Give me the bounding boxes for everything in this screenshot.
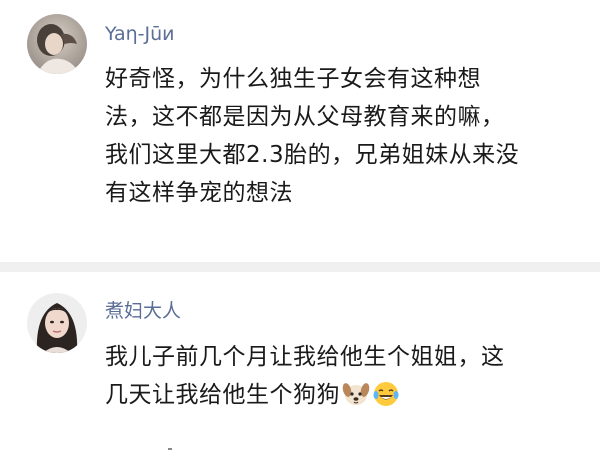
username[interactable]: 煮妇大人 [105, 299, 181, 323]
divider [168, 448, 172, 450]
comment-line: 好奇怪，为什么独生子女会有这种想 [105, 66, 481, 92]
user-avatar-photo-icon [27, 293, 87, 353]
dog-face-icon [342, 380, 370, 408]
comment-line: 法，这不都是因为从父母教育来的嘛， [105, 104, 505, 130]
comment-line: 有这样争宠的想法 [105, 180, 293, 206]
user-avatar-photo-icon [27, 14, 87, 74]
laughing-tears-icon [372, 380, 400, 408]
comment-line: 我们这里大都2.3胎的，兄弟姐妹从来没 [105, 142, 520, 168]
comment-item: 煮妇大人 我儿子前几个月让我给他生个姐姐，这 几天让我给他生个狗狗 [0, 272, 600, 466]
comment-text: 好奇怪，为什么独生子女会有这种想 法，这不都是因为从父母教育来的嘛， 我们这里大… [105, 60, 585, 212]
comment-line: 我儿子前几个月让我给他生个姐姐，这 [105, 344, 505, 370]
comment-line: 几天让我给他生个狗狗 [105, 376, 585, 414]
avatar[interactable] [27, 293, 87, 353]
comment-item: Yaη-Jūи 好奇怪，为什么独生子女会有这种想 法，这不都是因为从父母教育来的… [0, 0, 600, 248]
avatar[interactable] [27, 14, 87, 74]
username[interactable]: Yaη-Jūи [105, 22, 175, 46]
divider [0, 262, 600, 272]
comment-text: 我儿子前几个月让我给他生个姐姐，这 几天让我给他生个狗狗 [105, 338, 585, 414]
comment-line-text: 几天让我给他生个狗狗 [105, 382, 340, 408]
